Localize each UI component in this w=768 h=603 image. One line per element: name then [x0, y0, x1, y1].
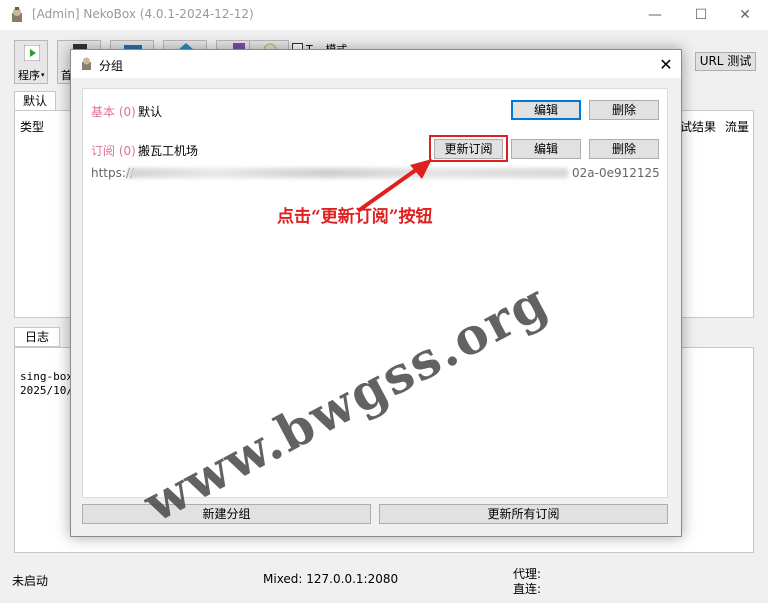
- program-menu-button[interactable]: 程序 ▾: [14, 40, 48, 84]
- url-test-button[interactable]: URL 测试: [695, 52, 756, 71]
- group-name: 搬瓦工机场: [138, 144, 199, 158]
- status-direct: 直连:: [513, 582, 542, 596]
- dialog-title-bar: [71, 50, 681, 78]
- new-group-button[interactable]: 新建分组: [82, 504, 371, 524]
- dialog-title: 分组: [99, 59, 124, 73]
- chevron-down-icon: ▾: [41, 71, 45, 79]
- minimize-button[interactable]: —: [632, 0, 678, 30]
- update-all-subscriptions-button[interactable]: 更新所有订阅: [379, 504, 668, 524]
- delete-group-button[interactable]: 删除: [589, 100, 659, 120]
- dialog-close-button[interactable]: ✕: [652, 50, 680, 78]
- column-header-type[interactable]: 类型: [20, 118, 44, 135]
- subscription-url-suffix: 02a-0e912125d9: [572, 166, 660, 180]
- window-title: [Admin] NekoBox (4.0.1-2024-12-12): [32, 7, 254, 21]
- tab-log[interactable]: 日志: [14, 327, 60, 347]
- status-mixed-address: Mixed: 127.0.0.1:2080: [263, 572, 399, 586]
- group-name: 默认: [138, 105, 163, 119]
- close-button[interactable]: ✕: [722, 0, 768, 30]
- program-label: 程序: [18, 69, 40, 82]
- column-header-test-result[interactable]: 试结果: [680, 118, 716, 135]
- group-type-label: 基本 (0): [91, 105, 136, 119]
- edit-group-button[interactable]: 编辑: [511, 100, 581, 120]
- subscription-url-redacted: [128, 168, 568, 178]
- annotation-text: 点击“更新订阅”按钮: [277, 207, 433, 227]
- play-icon: [24, 45, 40, 61]
- delete-group-button[interactable]: 删除: [589, 139, 659, 159]
- column-header-traffic[interactable]: 流量: [725, 118, 749, 135]
- log-line: sing-box: [20, 370, 73, 383]
- maximize-button[interactable]: ☐: [678, 0, 724, 30]
- tab-default[interactable]: 默认: [14, 91, 56, 111]
- app-icon: [12, 7, 22, 22]
- dialog-app-icon: [82, 57, 91, 70]
- edit-group-button[interactable]: 编辑: [511, 139, 581, 159]
- update-subscription-button[interactable]: 更新订阅: [434, 139, 503, 159]
- status-running: 未启动: [12, 574, 49, 588]
- log-line: 2025/10/: [20, 384, 73, 397]
- group-type-label: 订阅 (0): [91, 144, 136, 158]
